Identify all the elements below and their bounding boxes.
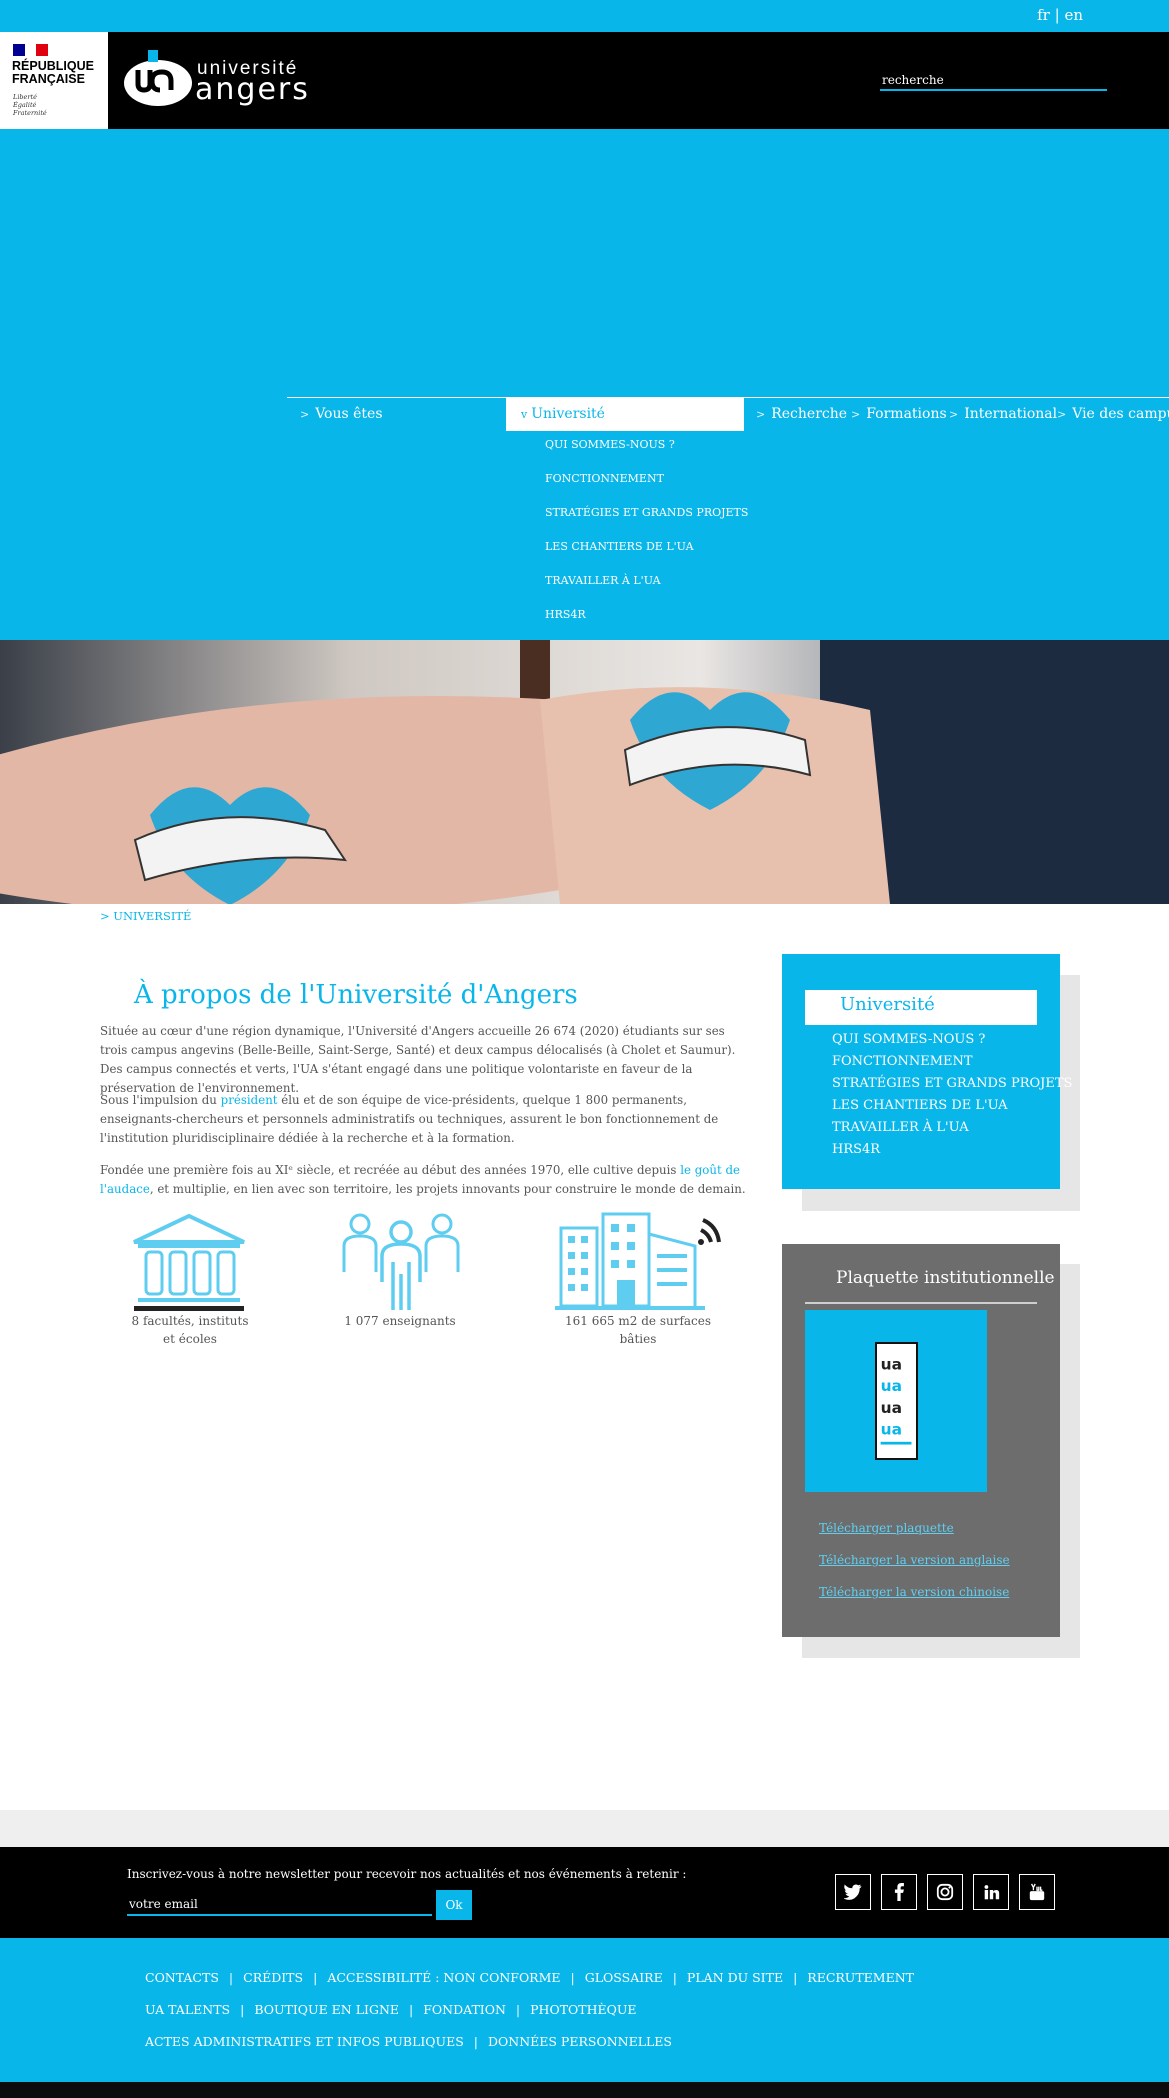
chevron-right-icon: > xyxy=(1057,408,1067,421)
teachers-group-icon xyxy=(342,1213,460,1310)
sidebar-title[interactable]: Université xyxy=(840,994,935,1015)
sidebar-link[interactable]: FONCTIONNEMENT xyxy=(832,1054,973,1069)
gov-title: RÉPUBLIQUE FRANÇAISE xyxy=(12,59,94,86)
lang-separator: | xyxy=(1054,6,1060,24)
breadcrumb: > UNIVERSITÉ xyxy=(100,909,191,923)
search-input[interactable] xyxy=(880,70,1107,91)
sidebar-link[interactable]: STRATÉGIES ET GRANDS PROJETS xyxy=(832,1076,1072,1091)
footer-link-credits[interactable]: CRÉDITS xyxy=(243,1970,303,1985)
newsletter-submit-button[interactable]: Ok xyxy=(436,1890,472,1920)
facebook-icon[interactable] xyxy=(881,1874,917,1910)
lang-fr-link[interactable]: fr xyxy=(1037,6,1050,24)
twitter-icon[interactable] xyxy=(835,1874,871,1910)
instagram-icon[interactable] xyxy=(927,1874,963,1910)
sidebar-link[interactable]: TRAVAILLER À L'UA xyxy=(832,1120,969,1135)
history-paragraph: Fondée une première fois au XIᵉ siècle, … xyxy=(100,1163,746,1196)
submenu-item[interactable]: LES CHANTIERS DE L'UA xyxy=(545,540,694,553)
footer-link-glossaire[interactable]: GLOSSAIRE xyxy=(585,1970,663,1985)
language-switcher: fr | en xyxy=(1037,6,1083,24)
youtube-icon[interactable] xyxy=(1019,1874,1055,1910)
footer-link-phototheque[interactable]: PHOTOTHÈQUE xyxy=(530,2002,636,2017)
newsletter-email-input[interactable] xyxy=(127,1893,432,1916)
hero-image xyxy=(0,640,1169,904)
nav-vie-des-campus[interactable]: >Vie des campus xyxy=(1057,398,1169,431)
footer-link-ua-talents[interactable]: UA TALENTS xyxy=(145,2002,230,2017)
footer-link-contacts[interactable]: CONTACTS xyxy=(145,1970,219,1985)
svg-text:ua: ua xyxy=(881,1421,902,1439)
nav-formations[interactable]: > Formations xyxy=(851,398,947,431)
campus-buildings-icon xyxy=(555,1212,721,1310)
footer-link-recrutement[interactable]: RECRUTEMENT xyxy=(807,1970,914,1985)
logo-line2: angers xyxy=(195,72,310,107)
nav-recherche[interactable]: > Recherche xyxy=(756,398,847,431)
gov-motto: Liberté Égalité Fraternité xyxy=(13,93,47,117)
french-flag-icon xyxy=(13,44,49,56)
chevron-right-icon: > xyxy=(851,408,861,421)
download-english-link[interactable]: Télécharger la version anglaise xyxy=(819,1553,1010,1567)
nav-vous-etes[interactable]: > Vous êtes xyxy=(300,398,383,431)
footer-bottom-strip xyxy=(0,2082,1169,2098)
plaquette-divider xyxy=(805,1302,1037,1304)
sidebar-link[interactable]: HRS4R xyxy=(832,1142,880,1157)
breadcrumb-link[interactable]: UNIVERSITÉ xyxy=(113,909,191,923)
footer-row-1: CONTACTS | CRÉDITS | ACCESSIBILITÉ : NON CON… xyxy=(145,1970,915,1985)
chevron-right-icon: > xyxy=(949,408,959,421)
stat-faculties: 8 facultés, instituts et écoles xyxy=(131,1314,249,1346)
svg-text:ua: ua xyxy=(881,1355,902,1373)
ua-logo-icon[interactable] xyxy=(122,50,194,108)
footer-link-donnees[interactable]: DONNÉES PERSONNELLES xyxy=(488,2034,672,2049)
footer-link-actes[interactable]: ACTES ADMINISTRATIFS ET INFOS PUBLIQUES xyxy=(145,2034,464,2049)
download-chinese-link[interactable]: Télécharger la version chinoise xyxy=(819,1585,1009,1599)
submenu-item[interactable]: FONCTIONNEMENT xyxy=(545,472,664,485)
footer-link-plan-du-site[interactable]: PLAN DU SITE xyxy=(687,1970,783,1985)
plaquette-title: Plaquette institutionnelle xyxy=(836,1268,1055,1288)
submenu-item[interactable]: STRATÉGIES ET GRANDS PROJETS xyxy=(545,506,748,519)
president-paragraph: Sous l'impulsion du président élu et de … xyxy=(100,1093,719,1145)
menu-panel xyxy=(0,129,1169,640)
top-bar xyxy=(0,0,1169,32)
footer-link-fondation[interactable]: FONDATION xyxy=(423,2002,506,2017)
footer-link-boutique[interactable]: BOUTIQUE EN LIGNE xyxy=(254,2002,399,2017)
footer-row-3: ACTES ADMINISTRATIFS ET INFOS PUBLIQUES |… xyxy=(145,2034,672,2049)
chevron-right-icon: > xyxy=(300,408,310,421)
submenu-item[interactable]: TRAVAILLER À L'UA xyxy=(545,574,661,587)
chevron-right-icon: > xyxy=(756,408,766,421)
svg-text:ua: ua xyxy=(881,1399,902,1417)
president-link[interactable]: président xyxy=(221,1093,278,1107)
submenu-item[interactable]: HRS4R xyxy=(545,608,586,621)
brochure-thumbnail-icon: ua ua ua ua xyxy=(875,1342,918,1460)
svg-text:ua: ua xyxy=(881,1377,902,1395)
sidebar-link[interactable]: LES CHANTIERS DE L'UA xyxy=(832,1098,1008,1113)
linkedin-icon[interactable] xyxy=(973,1874,1009,1910)
newsletter-text: Inscrivez-vous à notre newsletter pour r… xyxy=(127,1867,687,1881)
breadcrumb-arrow: > xyxy=(100,909,110,923)
intro-paragraph: Située au cœur d'une région dynamique, l… xyxy=(100,1024,736,1095)
download-brochure-link[interactable]: Télécharger plaquette xyxy=(819,1521,954,1535)
footer-row-2: UA TALENTS | BOUTIQUE EN LIGNE | FONDATION | P… xyxy=(145,2002,637,2017)
lang-en-link[interactable]: en xyxy=(1064,6,1083,24)
submenu-item[interactable]: QUI SOMMES-NOUS ? xyxy=(545,438,675,451)
nav-universite[interactable]: v Université xyxy=(521,398,605,431)
page-title: À propos de l'Université d'Angers xyxy=(134,980,578,1010)
footer-spacer xyxy=(0,1810,1169,1847)
chevron-down-icon: v xyxy=(521,408,528,421)
stat-teachers: 1 077 enseignants xyxy=(344,1314,456,1328)
sidebar-link[interactable]: QUI SOMMES-NOUS ? xyxy=(832,1032,985,1047)
faculty-building-icon xyxy=(133,1213,245,1311)
footer-link-accessibilite[interactable]: ACCESSIBILITÉ : NON CONFORME xyxy=(327,1970,560,1985)
stat-surfaces: 161 665 m2 de surfaces bâties xyxy=(564,1314,712,1346)
nav-international[interactable]: > International xyxy=(949,398,1057,431)
